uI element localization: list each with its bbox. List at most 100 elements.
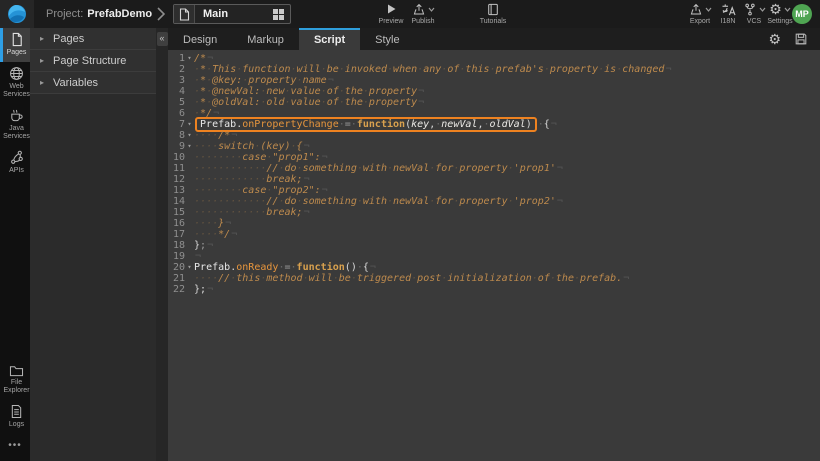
editor-settings-button[interactable]: ⚙ <box>768 32 781 46</box>
line-number: 9 <box>168 141 185 152</box>
line-number: 16 <box>168 218 185 229</box>
code-line[interactable]: 21····//·this·method·will·be·triggered·p… <box>168 273 820 284</box>
code-line[interactable]: 14············//·do·something·with·newVa… <box>168 196 820 207</box>
eol-mark: ¬ <box>557 196 563 207</box>
project-label: Project: <box>46 8 83 20</box>
code-text: Prefab.onReady·=·function()·{¬ <box>194 262 820 273</box>
code-line[interactable]: 2·*·This·function·will·be·invoked·when·a… <box>168 64 820 75</box>
rail-item-java-services[interactable]: Java Services <box>0 104 30 146</box>
code-line[interactable]: 20▾Prefab.onReady·=·function()·{¬ <box>168 262 820 273</box>
fold-widget-icon[interactable]: ▾ <box>185 141 194 152</box>
rail-item-apis[interactable]: APIs <box>0 146 30 180</box>
code-line[interactable]: 17····*/¬ <box>168 229 820 240</box>
log-file-icon <box>10 404 23 419</box>
expand-triangle-icon: ▸ <box>40 78 44 87</box>
fold-spacer <box>185 108 194 119</box>
pages-panel: ▸ Pages ▸ Page Structure ▸ Variables « <box>30 28 168 461</box>
panel-collapse-button[interactable]: « <box>157 32 168 46</box>
panel-section-page-structure[interactable]: ▸ Page Structure <box>30 50 156 72</box>
fold-spacer <box>185 284 194 295</box>
tab-markup[interactable]: Markup <box>232 28 299 50</box>
line-number: 7 <box>168 119 185 130</box>
code-text: ············//·do·something·with·newVal·… <box>194 196 820 207</box>
line-number: 11 <box>168 163 185 174</box>
code-text: };¬ <box>194 240 820 251</box>
eol-mark: ¬ <box>370 262 376 273</box>
fold-widget-icon[interactable]: ▾ <box>185 119 194 130</box>
tab-script[interactable]: Script <box>299 28 360 50</box>
fold-spacer <box>185 64 194 75</box>
code-area: 1▾/*¬2·*·This·function·will·be·invoked·w… <box>168 53 820 295</box>
line-number: 20 <box>168 262 185 273</box>
code-line[interactable]: 19¬ <box>168 251 820 262</box>
rail-more-button[interactable]: ••• <box>0 434 30 461</box>
fold-widget-icon[interactable]: ▾ <box>185 53 194 64</box>
rail-label: Web Services <box>3 83 30 99</box>
publish-button[interactable]: Publish <box>404 2 442 27</box>
pages-icon <box>10 32 24 47</box>
fold-spacer <box>185 152 194 163</box>
code-line[interactable]: 1▾/*¬ <box>168 53 820 64</box>
code-text: /*¬ <box>194 53 820 64</box>
line-number: 8 <box>168 130 185 141</box>
code-line[interactable]: 7▾Prefab.onPropertyChange·=·function(key… <box>168 119 820 130</box>
line-number: 10 <box>168 152 185 163</box>
chevron-down-icon <box>784 7 791 12</box>
left-rail: Pages Web Services Java Services APIs <box>0 28 30 461</box>
code-line[interactable]: 22};¬ <box>168 284 820 295</box>
rail-item-pages[interactable]: Pages <box>0 28 30 62</box>
rail-item-file-explorer[interactable]: File Explorer <box>0 360 30 400</box>
fold-widget-icon[interactable]: ▾ <box>185 262 194 273</box>
code-line[interactable]: 18};¬ <box>168 240 820 251</box>
tutorials-button[interactable]: Tutorials <box>474 2 512 27</box>
panel-section-pages[interactable]: ▸ Pages <box>30 28 156 50</box>
rail-item-web-services[interactable]: Web Services <box>0 62 30 104</box>
tab-style[interactable]: Style <box>360 28 414 50</box>
page-selector[interactable]: Main <box>173 4 291 24</box>
code-text: ·*·@newVal:·new·value·of·the·property¬ <box>194 86 820 97</box>
code-line[interactable]: 8▾····/*¬ <box>168 130 820 141</box>
code-line[interactable]: 13········case·"prop2":¬ <box>168 185 820 196</box>
code-line[interactable]: 12············break;¬ <box>168 174 820 185</box>
tab-design[interactable]: Design <box>168 28 232 50</box>
line-number: 1 <box>168 53 185 64</box>
code-line[interactable]: 4 ·*·@newVal:·new·value·of·the·property¬ <box>168 86 820 97</box>
page-grid-icon[interactable] <box>272 8 285 21</box>
code-line[interactable]: 16····}¬ <box>168 218 820 229</box>
fold-spacer <box>185 240 194 251</box>
line-number: 6 <box>168 108 185 119</box>
preview-label: Preview <box>379 18 404 25</box>
eol-mark: ¬ <box>207 284 213 295</box>
code-line[interactable]: 5·*·@oldVal:·old·value·of·the·property¬ <box>168 97 820 108</box>
code-line[interactable]: 3·*·@key:·property·name¬ <box>168 75 820 86</box>
code-line[interactable]: 10········case·"prop1":¬ <box>168 152 820 163</box>
eol-mark: ¬ <box>418 97 424 108</box>
i18n-label: I18N <box>721 18 736 25</box>
eol-mark: ¬ <box>195 251 201 262</box>
user-avatar[interactable]: MP <box>792 4 812 24</box>
save-button[interactable] <box>794 32 808 46</box>
eol-mark: ¬ <box>623 273 629 284</box>
line-number: 4 <box>168 86 185 97</box>
app-logo[interactable] <box>0 0 34 28</box>
tutorials-label: Tutorials <box>480 18 507 25</box>
line-number: 5 <box>168 97 185 108</box>
panel-section-variables[interactable]: ▸ Variables <box>30 72 156 94</box>
code-line[interactable]: 11············//·do·something·with·newVa… <box>168 163 820 174</box>
eol-mark: ¬ <box>551 119 557 130</box>
top-bar: Project: PrefabDemo Main Preview <box>0 0 820 28</box>
publish-upload-icon <box>412 2 435 16</box>
eol-mark: ¬ <box>231 229 237 240</box>
eol-mark: ¬ <box>213 108 219 119</box>
line-number: 12 <box>168 174 185 185</box>
rail-item-logs[interactable]: Logs <box>0 400 30 434</box>
rail-label: File Explorer <box>3 379 30 395</box>
fold-widget-icon[interactable]: ▾ <box>185 130 194 141</box>
code-text: ·*·This·function·will·be·invoked·when·an… <box>194 64 820 75</box>
code-line[interactable]: 9▾····switch·(key)·{¬ <box>168 141 820 152</box>
code-line[interactable]: 15············break;¬ <box>168 207 820 218</box>
coffee-cup-icon <box>9 108 24 123</box>
page-selector-value: Main <box>203 8 228 20</box>
eol-mark: ¬ <box>557 163 563 174</box>
script-editor[interactable]: 1▾/*¬2·*·This·function·will·be·invoked·w… <box>168 50 820 461</box>
